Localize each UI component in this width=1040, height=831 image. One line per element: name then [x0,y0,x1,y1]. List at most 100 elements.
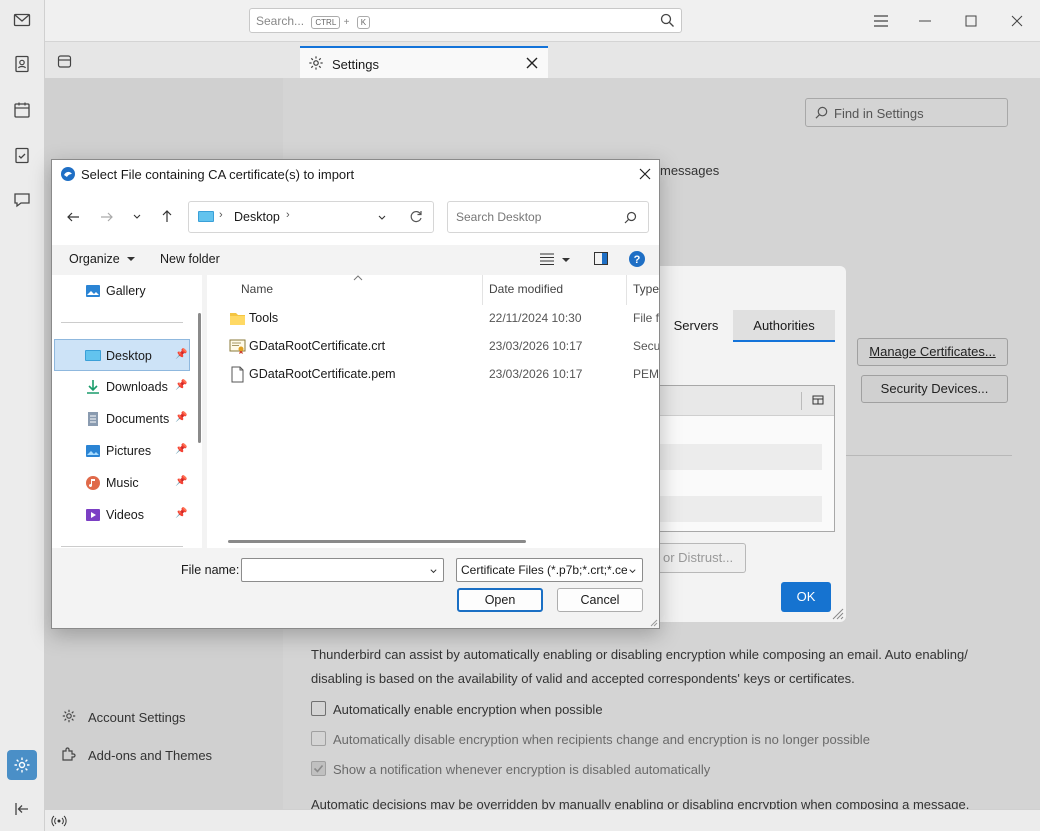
nav-item-documents[interactable]: Documents 📌 [52,403,202,435]
path-separator: › [286,209,290,221]
tab-settings[interactable]: Settings [300,46,548,78]
nav-item-gallery[interactable]: Gallery [52,275,202,307]
manage-certificates-button[interactable]: Manage Certificates... [857,338,1008,366]
pictures-icon [86,445,100,457]
organize-label: Organize [69,252,120,266]
column-header-date[interactable]: Date modified [489,282,563,296]
chevron-down-icon [629,569,636,574]
up-arrow-icon[interactable] [160,209,174,223]
ctrl-key-hint: CTRL [311,16,341,29]
nav-label: Pictures [106,444,152,458]
new-folder-button[interactable]: New folder [160,252,220,266]
search-icon [660,13,674,27]
column-divider [801,392,802,410]
online-status-icon[interactable] [51,814,67,828]
tab-authorities[interactable]: Authorities [733,310,835,342]
column-divider [626,275,627,305]
downloads-icon [87,380,99,394]
app-menu-icon[interactable] [870,10,892,32]
file-row[interactable]: GDataRootCertificate.pem 23/03/2026 10:1… [207,361,659,389]
chevron-down-icon[interactable] [429,567,438,576]
tab-servers[interactable]: Servers [660,310,732,342]
collapse-sidebar-icon[interactable] [8,795,36,823]
file-row[interactable]: Tools 22/11/2024 10:30 File folder [207,305,659,333]
nav-divider [61,546,183,547]
security-devices-button[interactable]: Security Devices... [861,375,1008,403]
edit-trust-button[interactable]: or Distrust... [660,543,746,573]
mail-icon[interactable] [8,6,36,34]
settings-gear-icon[interactable] [7,750,37,780]
resize-grip-icon[interactable] [830,606,844,620]
maximize-icon[interactable] [960,10,982,32]
auto-enable-checkbox[interactable] [311,701,326,716]
auto-disable-checkbox[interactable] [311,731,326,746]
notify-checkbox[interactable] [311,761,326,776]
nav-item-music[interactable]: Music 📌 [52,467,202,499]
organize-button[interactable]: Organize [69,252,136,266]
file-date: 22/11/2024 10:30 [489,311,582,325]
dialog-address-bar: › Desktop › Search Desktop [52,188,659,245]
calendar-icon[interactable] [8,96,36,124]
new-folder-label: New folder [160,252,220,266]
column-header-type[interactable]: Type [633,282,659,296]
file-type-select[interactable]: Certificate Files (*.p7b;*.crt;*.cert;*.… [456,558,643,582]
file-type: PEM File [633,367,659,381]
sort-ascending-icon [353,275,363,281]
section-divider [846,455,1012,456]
chat-icon[interactable] [8,186,36,214]
nav-label: Desktop [106,349,152,363]
view-options-icon[interactable] [540,253,554,265]
preview-pane-icon[interactable] [594,252,608,265]
path-segment-desktop[interactable]: Desktop [234,210,280,224]
forward-arrow-icon[interactable] [100,210,114,224]
certificate-icon [229,339,246,354]
address-book-icon[interactable] [8,50,36,78]
close-dialog-icon[interactable] [639,168,651,180]
close-window-icon[interactable] [1006,10,1028,32]
minimize-icon[interactable] [914,10,936,32]
close-tab-icon[interactable] [526,57,538,69]
cancel-label: Cancel [580,593,620,607]
file-type-value: Certificate Files (*.p7b;*.crt;*.cert;*.… [461,563,627,577]
find-in-settings-input[interactable]: Find in Settings [805,98,1008,127]
file-row[interactable]: GDataRootCertificate.crt 23/03/2026 10:1… [207,333,659,361]
nav-item-desktop[interactable]: Desktop 📌 [54,339,190,371]
gallery-icon [86,285,100,297]
ok-button[interactable]: OK [781,582,831,612]
nav-item-pictures[interactable]: Pictures 📌 [52,435,202,467]
unified-toolbar-icon[interactable] [57,54,72,72]
file-name-input[interactable] [241,558,444,582]
certificate-row[interactable] [660,496,822,522]
nav-item-downloads[interactable]: Downloads 📌 [52,371,202,403]
cancel-button[interactable]: Cancel [557,588,643,612]
search-desktop-input[interactable]: Search Desktop [447,201,649,233]
column-header-name[interactable]: Name [241,282,273,296]
view-dropdown-icon[interactable] [562,256,570,264]
certificate-row[interactable] [660,444,822,470]
help-icon[interactable]: ? [629,251,645,267]
nav-item-videos[interactable]: Videos 📌 [52,499,202,531]
status-bar [45,809,1040,831]
address-dropdown-icon[interactable] [377,213,387,223]
column-picker-icon[interactable] [812,394,824,406]
find-in-settings-placeholder: Find in Settings [834,106,924,121]
music-icon [86,476,100,490]
file-picker-dialog: Select File containing CA certificate(s)… [51,159,660,629]
refresh-icon[interactable] [409,210,423,224]
address-path[interactable]: › Desktop › [188,201,434,233]
nav-scrollbar[interactable] [198,313,201,443]
nav-label: Documents [106,412,170,426]
file-list: Name Date modified Type Tools 22/11/2024… [207,275,659,548]
addons-label: Add-ons and Themes [88,748,213,763]
open-button[interactable]: Open [457,588,543,612]
global-search-input[interactable]: Search... CTRL + K [249,8,682,33]
tab-authorities-label: Authorities [753,318,815,333]
back-arrow-icon[interactable] [66,210,80,224]
recent-locations-chevron-icon[interactable] [132,212,142,222]
file-date: 23/03/2026 10:17 [489,367,583,381]
dialog-command-bar: Organize New folder ? [52,245,659,275]
horizontal-scrollbar[interactable] [228,540,526,543]
tasks-icon[interactable] [8,141,36,169]
certificate-list-header [660,386,834,416]
resize-grip-icon[interactable] [649,618,658,627]
